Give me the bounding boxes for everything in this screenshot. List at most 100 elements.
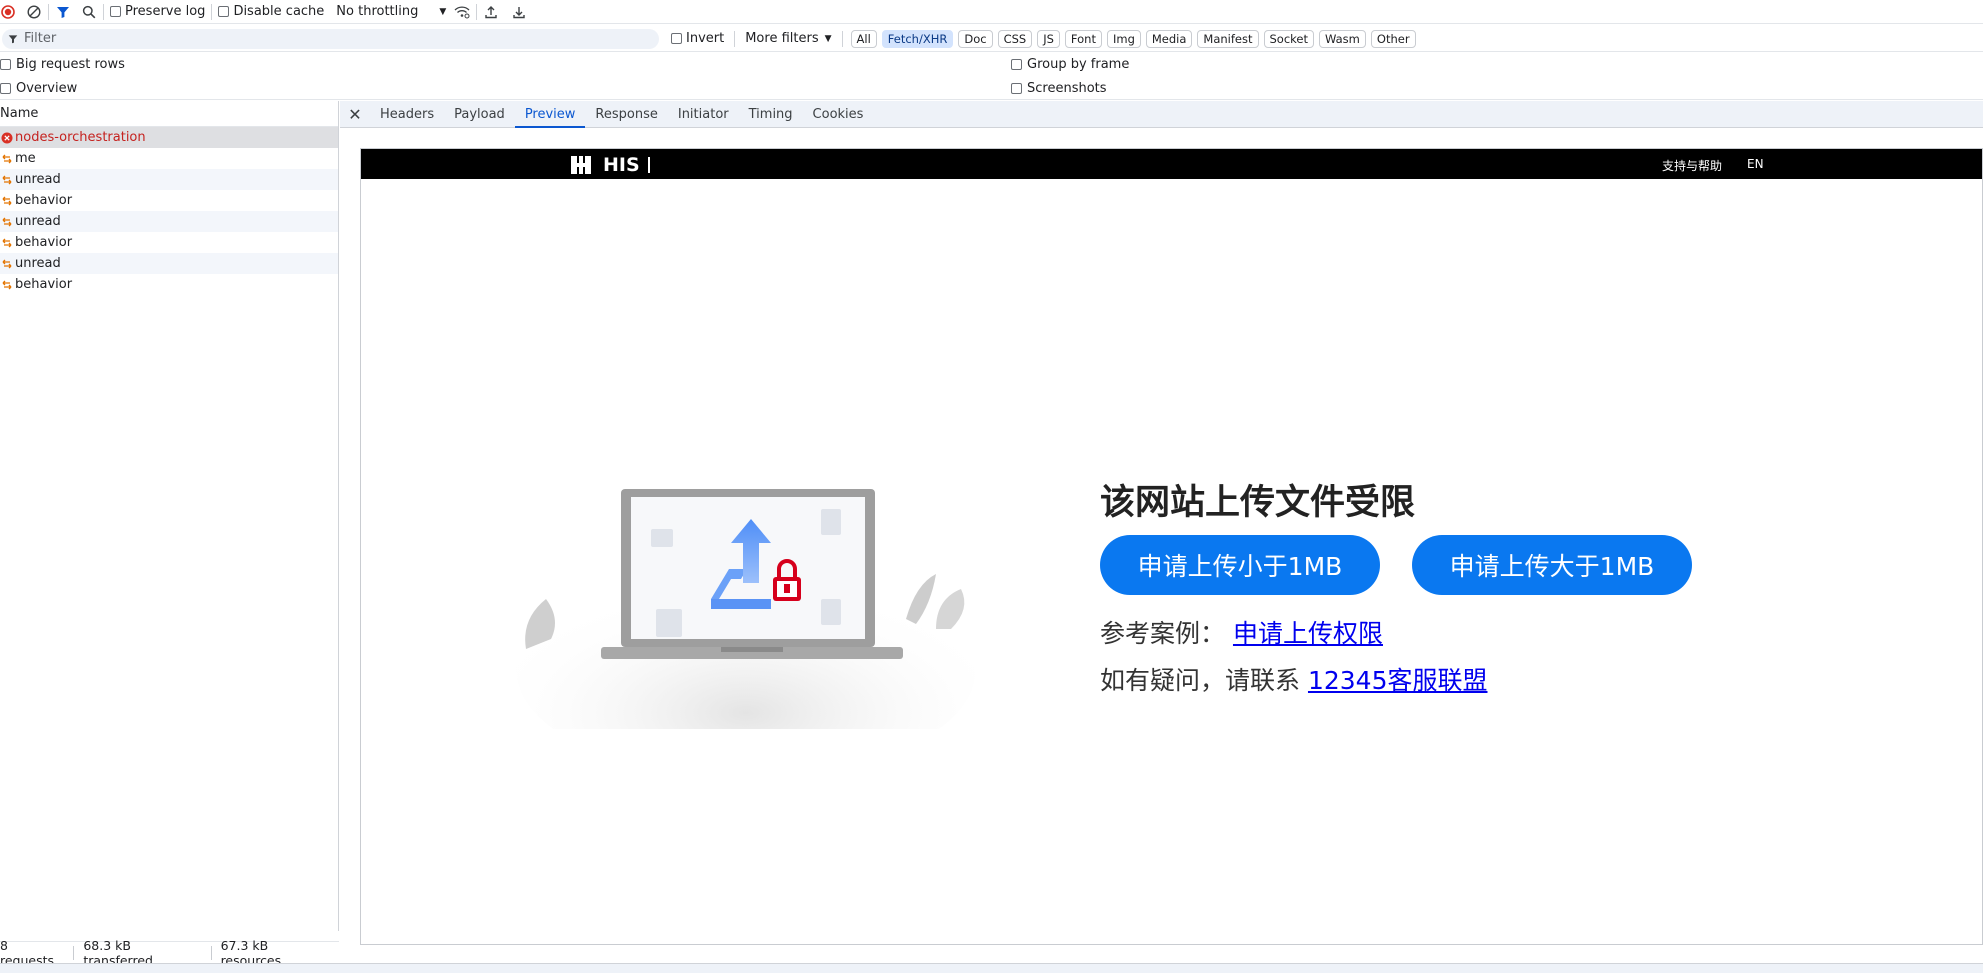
filter-chip-js[interactable]: JS [1037, 29, 1060, 48]
overview-label: Overview [16, 81, 78, 96]
column-header-name[interactable]: Name [0, 101, 338, 127]
filter-chip-socket[interactable]: Socket [1263, 29, 1314, 48]
request-row[interactable]: unread [0, 253, 338, 274]
search-icon[interactable] [81, 4, 97, 20]
apply-upload-small-button[interactable]: 申请上传小于1MB [1100, 535, 1380, 595]
request-row[interactable]: unread [0, 169, 338, 190]
request-row[interactable]: nodes-orchestration [0, 127, 338, 148]
contact-line: 如有疑问，请联系 12345客服联盟 [1100, 661, 1488, 697]
checkbox-box[interactable] [218, 6, 230, 17]
contact-link[interactable]: 12345客服联盟 [1308, 666, 1488, 695]
language-link[interactable]: EN [1747, 157, 1764, 171]
tab-list: Headers Payload Preview Response Initiator Ti… [370, 101, 873, 128]
disable-cache-label: Disable cache [233, 4, 325, 19]
export-har-icon[interactable] [511, 4, 527, 20]
contact-label: 如有疑问，请联系 [1100, 666, 1301, 695]
network-conditions-icon[interactable] [454, 4, 470, 20]
tab-response[interactable]: Response [585, 101, 667, 128]
reference-label: 参考案例： [1100, 619, 1226, 648]
toolbar-divider [48, 3, 49, 20]
close-icon[interactable]: ✕ [340, 101, 370, 128]
screenshots-label: Screenshots [1027, 81, 1107, 96]
more-filters-label: More filters [745, 31, 819, 46]
filter-chip-manifest[interactable]: Manifest [1197, 29, 1259, 48]
screenshots-checkbox[interactable]: Screenshots [1011, 81, 1107, 96]
xhr-icon [1, 195, 13, 207]
checkbox-box[interactable] [110, 6, 121, 17]
toolbar-divider [476, 3, 478, 20]
toolbar-divider [211, 3, 213, 20]
xhr-icon [1, 216, 13, 228]
checkbox-box[interactable] [1011, 83, 1022, 94]
xhr-icon [1, 237, 13, 249]
page-headline: 该网站上传文件受限 [1100, 483, 1416, 523]
request-name: behavior [15, 235, 73, 250]
checkbox-box[interactable] [1011, 59, 1022, 70]
throttling-value: No throttling [336, 4, 419, 19]
dropdown-arrow-icon: ▼ [439, 6, 447, 17]
detail-tabs: ✕ Headers Payload Preview Response Initiator… [340, 101, 1983, 128]
drawer-strip [0, 963, 1983, 973]
divider [0, 99, 1983, 100]
filter-field[interactable] [2, 28, 659, 49]
filter-chip-wasm[interactable]: Wasm [1319, 29, 1366, 48]
filter-chip-all[interactable]: All [850, 29, 877, 48]
invert-checkbox[interactable]: Invert [671, 31, 724, 46]
import-har-icon[interactable] [483, 4, 499, 20]
filter-input[interactable] [24, 31, 624, 46]
logo-divider [647, 157, 650, 173]
tab-preview[interactable]: Preview [514, 101, 586, 128]
request-name: unread [15, 172, 61, 187]
disable-cache-checkbox[interactable]: Disable cache [218, 4, 324, 19]
clear-icon[interactable] [26, 4, 42, 20]
request-row[interactable]: behavior [0, 190, 338, 211]
group-by-frame-checkbox[interactable]: Group by frame [1011, 57, 1129, 72]
big-request-rows-label: Big request rows [16, 57, 125, 72]
filter-chip-media[interactable]: Media [1145, 29, 1193, 48]
record-stop-icon[interactable] [0, 4, 16, 20]
toolbar-divider [734, 30, 736, 47]
dropdown-arrow-icon: ▼ [824, 33, 832, 44]
divider [73, 945, 75, 960]
filter-chip-other[interactable]: Other [1370, 29, 1416, 48]
filter-chip-css[interactable]: CSS [997, 29, 1033, 48]
support-link[interactable]: 支持与帮助 [1662, 157, 1722, 174]
invert-label: Invert [686, 31, 725, 46]
request-name: nodes-orchestration [15, 130, 146, 145]
checkbox-box[interactable] [0, 83, 11, 94]
request-row[interactable]: behavior [0, 232, 338, 253]
tab-initiator[interactable]: Initiator [668, 101, 739, 128]
tab-payload[interactable]: Payload [444, 101, 515, 128]
xhr-icon [1, 153, 13, 165]
reference-link[interactable]: 申请上传权限 [1233, 619, 1383, 648]
apply-upload-large-button[interactable]: 申请上传大于1MB [1412, 535, 1692, 595]
request-name: behavior [15, 193, 73, 208]
checkbox-box[interactable] [671, 33, 682, 44]
filter-chip-img[interactable]: Img [1106, 29, 1141, 48]
tab-cookies[interactable]: Cookies [803, 101, 874, 128]
request-row[interactable]: me [0, 148, 338, 169]
filter-icon[interactable] [55, 4, 71, 20]
site-logo[interactable]: HIS [571, 154, 650, 176]
checkbox-box[interactable] [0, 59, 11, 70]
overview-checkbox[interactable]: Overview [0, 81, 77, 96]
more-filters-dropdown[interactable]: More filters ▼ [745, 31, 831, 46]
resource-type-chips: All Fetch/XHR Doc CSS JS Font Img Media Manifest… [850, 29, 1421, 48]
filter-chip-fetch-xhr[interactable]: Fetch/XHR [881, 29, 954, 48]
preserve-log-label: Preserve log [125, 4, 206, 19]
filter-chip-font[interactable]: Font [1064, 29, 1102, 48]
big-request-rows-checkbox[interactable]: Big request rows [0, 57, 125, 72]
request-row[interactable]: behavior [0, 274, 338, 295]
logo-text: HIS [603, 154, 640, 176]
request-rows: nodes-orchestration me unread behavior unrea… [0, 127, 338, 295]
filter-chip-doc[interactable]: Doc [958, 29, 993, 48]
tab-headers[interactable]: Headers [370, 101, 444, 128]
tab-timing[interactable]: Timing [739, 101, 803, 128]
preserve-log-checkbox[interactable]: Preserve log [110, 4, 205, 19]
request-row[interactable]: unread [0, 211, 338, 232]
upload-locked-laptop-illustration [516, 489, 976, 729]
request-name: unread [15, 214, 61, 229]
request-list: Name nodes-orchestration me unread behavior… [0, 101, 339, 931]
throttling-select[interactable]: No throttling ▼ [336, 4, 446, 19]
response-preview: HIS 支持与帮助 EN 该网站上传文件受限 申请上传小于1MB 申请上传大于1… [360, 148, 1983, 945]
